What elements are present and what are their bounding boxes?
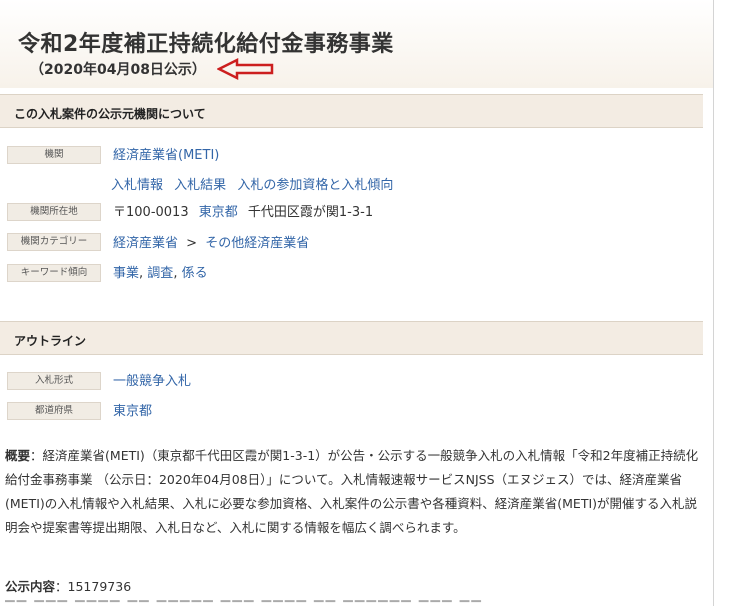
bid-results-link[interactable]: 入札結果 (174, 178, 226, 193)
keyword-link[interactable]: 係る (182, 266, 208, 281)
summary-paragraph: 概要：経済産業省(METI)（東京都千代田区霞が関1-3-1）が公告・公示する一… (5, 444, 707, 540)
keyword-link[interactable]: 事業 (113, 266, 139, 281)
org-section-title: この入札案件の公示元機関について (14, 107, 206, 121)
keyword-separator: , (139, 266, 144, 281)
category-label: 機関カテゴリー (7, 233, 101, 251)
keyword-value: 事業, 調査, 係る (113, 262, 208, 281)
notice-label: 公示内容 (5, 579, 56, 594)
agency-links: 入札情報 入札結果 入札の参加資格と入札傾向 (111, 174, 393, 193)
keyword-link[interactable]: 調査 (147, 266, 173, 281)
page-header: 令和2年度補正持続化給付金事務事業 （2020年04月08日公示） (0, 0, 713, 88)
agency-link[interactable]: 経済産業省(METI) (113, 148, 219, 163)
page-title: 令和2年度補正持続化給付金事務事業 (18, 32, 394, 57)
bid-form-value: 一般競争入札 (113, 370, 191, 389)
address-label: 機関所在地 (7, 203, 101, 221)
bid-form-label: 入札形式 (7, 372, 101, 390)
keyword-separator: , (173, 266, 178, 281)
address-pref-link[interactable]: 東京都 (199, 205, 238, 220)
publication-date: （2020年04月08日公示） (30, 62, 206, 78)
notice-colon: ： (55, 579, 68, 594)
bid-form-link[interactable]: 一般競争入札 (113, 374, 191, 389)
bid-qualification-link[interactable]: 入札の参加資格と入札傾向 (237, 178, 393, 193)
org-section-heading: この入札案件の公示元機関について (0, 94, 703, 128)
category-parent-link[interactable]: 経済産業省 (113, 236, 178, 251)
prefecture-label: 都道府県 (7, 402, 101, 420)
truncated-content: ▔▔ ▔▔▔ ▔▔▔▔ ▔▔ ▔▔▔▔▔ ▔▔▔ ▔▔▔▔ ▔▔ ▔▔▔▔▔▔ … (5, 600, 695, 606)
category-value: 経済産業省 > その他経済産業省 (113, 232, 309, 251)
category-child-link[interactable]: その他経済産業省 (205, 236, 309, 251)
category-separator: > (186, 236, 198, 251)
summary-colon: ： (30, 448, 43, 463)
agency-label: 機関 (7, 146, 101, 164)
notice-line: 公示内容：15179736 (5, 576, 131, 595)
page-right-border (713, 0, 714, 606)
address-value: 〒100-0013 東京都 千代田区霞が関1-3-1 (113, 201, 373, 220)
summary-label: 概要 (5, 448, 31, 463)
keyword-label: キーワード傾向 (7, 264, 101, 282)
address-street: 千代田区霞が関1-3-1 (247, 205, 374, 220)
postal-code: 〒100-0013 (113, 205, 189, 220)
agency-value: 経済産業省(METI) (113, 144, 219, 163)
prefecture-link[interactable]: 東京都 (113, 404, 152, 419)
outline-section-heading: アウトライン (0, 321, 703, 355)
left-arrow-icon (217, 57, 274, 81)
bid-info-link[interactable]: 入札情報 (111, 178, 163, 193)
notice-value: 15179736 (67, 579, 132, 594)
prefecture-value: 東京都 (113, 400, 152, 419)
outline-section-title: アウトライン (14, 334, 87, 348)
summary-text: 経済産業省(METI)（東京都千代田区霞が関1-3-1）が公告・公示する一般競争… (5, 448, 699, 535)
